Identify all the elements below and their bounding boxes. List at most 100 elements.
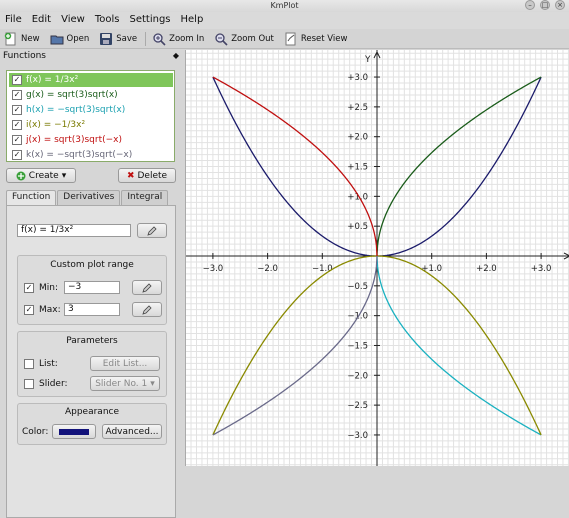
new-label: New [21,33,40,44]
slider-select-value: Slider No. 1 [95,378,148,389]
function-plot[interactable]: Y −3.0 −2.0 −1.0 +1.0 +2.0 +3.0 +3.0 +2.5 +2.0 +1.… [186,50,569,466]
save-button[interactable]: Save [99,32,137,46]
function-label-j: j(x) = sqrt(3)sqrt(−x) [26,135,123,145]
min-field[interactable]: −3 [64,281,120,294]
parameters-group: Parameters List: Edit List... Slider: Sl… [17,331,167,397]
edit-max-button[interactable] [132,302,162,317]
zoom-out-icon [215,32,228,46]
y-tick-label: −0.5 [347,282,368,292]
function-label-k: k(x) = −sqrt(3)sqrt(−x) [26,150,133,160]
function-checkbox-h[interactable]: ✓ [12,105,22,115]
slider-select[interactable]: Slider No. 1 ▾ [90,376,160,391]
functions-dock: Functions ◆ ✓ f(x) = 1/3x² ✓ g(x) = sqrt… [0,50,184,518]
window-titlebar: KmPlot – □ × [0,0,569,12]
menu-tools[interactable]: Tools [90,12,125,29]
create-button[interactable]: Create ▾ [6,168,76,183]
x-tick-label: −2.0 [257,264,278,274]
function-item-i[interactable]: ✓ i(x) = −1/3x² [9,118,173,132]
min-checkbox[interactable]: ✓ [24,283,34,293]
y-tick-label: −1.5 [347,341,368,351]
function-item-h[interactable]: ✓ h(x) = −sqrt(3)sqrt(x) [9,103,173,117]
function-checkbox-j[interactable]: ✓ [12,135,22,145]
advanced-button[interactable]: Advanced... [102,424,162,439]
chevron-down-icon: ▾ [150,378,155,389]
toolbar: New Open Save Zoom In Zoom Out Reset Vie… [0,29,569,49]
pencil-icon [147,225,157,236]
list-checkbox[interactable] [24,359,34,369]
reset-view-button[interactable]: Reset View [284,32,348,46]
maximize-icon[interactable]: □ [540,0,550,10]
edit-equation-button[interactable] [137,223,167,238]
function-item-g[interactable]: ✓ g(x) = sqrt(3)sqrt(x) [9,88,173,102]
menu-edit[interactable]: Edit [27,12,56,29]
zoom-in-label: Zoom In [169,33,205,44]
chevron-down-icon: ▾ [61,170,67,181]
edit-list-button[interactable]: Edit List... [90,356,160,371]
max-label: Max: [39,305,61,315]
slider-checkbox[interactable] [24,379,34,389]
function-label-g: g(x) = sqrt(3)sqrt(x) [26,90,118,100]
y-tick-label: +1.5 [347,163,368,173]
color-button[interactable] [52,424,96,439]
appearance-group: Appearance Color: Advanced... [17,403,167,445]
x-tick-label: +3.0 [531,264,552,274]
menu-file[interactable]: File [0,12,27,29]
function-label-i: i(x) = −1/3x² [26,120,86,130]
list-label: List: [39,359,58,369]
function-checkbox-i[interactable]: ✓ [12,120,22,130]
y-tick-label: +2.5 [347,103,368,113]
create-label: Create [28,170,59,181]
max-checkbox[interactable]: ✓ [24,305,34,315]
zoom-out-button[interactable]: Zoom Out [214,32,274,46]
function-checkbox-g[interactable]: ✓ [12,90,22,100]
delete-x-icon: ✖ [126,170,135,181]
tab-integral[interactable]: Integral [121,190,169,205]
y-axis-label: Y [364,55,371,65]
zoom-in-button[interactable]: Zoom In [152,32,204,46]
open-folder-icon [50,35,64,44]
equation-field[interactable]: f(x) = 1/3x² [17,224,131,237]
function-list[interactable]: ✓ f(x) = 1/3x² ✓ g(x) = sqrt(3)sqrt(x) ✓… [6,70,175,162]
function-checkbox-f[interactable]: ✓ [12,75,22,85]
menu-settings[interactable]: Settings [124,12,175,29]
delete-label: Delete [137,170,168,181]
zoom-in-icon [153,32,166,46]
slider-label: Slider: [39,379,68,389]
tab-derivatives[interactable]: Derivatives [57,190,121,205]
function-checkbox-k[interactable]: ✓ [12,150,22,160]
function-item-j[interactable]: ✓ j(x) = sqrt(3)sqrt(−x) [9,133,173,147]
editor-tabs: Function Derivatives Integral [6,190,169,205]
parameters-title: Parameters [66,336,118,346]
y-tick-label: +2.0 [347,133,368,143]
toolbar-separator [145,31,147,46]
dock-float-icon[interactable]: ◆ [173,51,179,60]
save-disk-icon [100,32,113,45]
delete-button[interactable]: ✖ Delete [118,168,176,183]
min-label: Min: [39,283,59,293]
menu-view[interactable]: View [56,12,90,29]
function-item-k[interactable]: ✓ k(x) = −sqrt(3)sqrt(−x) [9,148,173,162]
tab-function[interactable]: Function [6,190,57,205]
minimize-icon[interactable]: – [525,0,535,10]
open-label: Open [66,33,90,44]
custom-plot-range-group: Custom plot range ✓ Min: −3 ✓ Max: 3 [17,255,167,325]
open-button[interactable]: Open [50,32,90,46]
close-icon[interactable]: × [555,0,565,10]
pencil-icon [142,282,152,293]
menu-help[interactable]: Help [176,12,209,29]
function-item-f[interactable]: ✓ f(x) = 1/3x² [9,73,173,87]
max-field[interactable]: 3 [64,303,120,316]
y-tick-label: −2.5 [347,401,368,411]
functions-dock-header: Functions ◆ [3,51,181,64]
x-tick-label: +1.0 [421,264,442,274]
status-bar [185,466,569,480]
function-label-h: h(x) = −sqrt(3)sqrt(x) [26,105,126,115]
edit-min-button[interactable] [132,280,162,295]
x-tick-label: −3.0 [203,264,224,274]
plot-area[interactable]: Y −3.0 −2.0 −1.0 +1.0 +2.0 +3.0 +3.0 +2.5 +2.0 +1.… [185,50,569,466]
reset-view-label: Reset View [300,33,348,44]
function-label-f: f(x) = 1/3x² [26,75,79,85]
new-button[interactable]: New [4,32,40,46]
new-icon [4,32,16,45]
save-label: Save [116,33,138,44]
